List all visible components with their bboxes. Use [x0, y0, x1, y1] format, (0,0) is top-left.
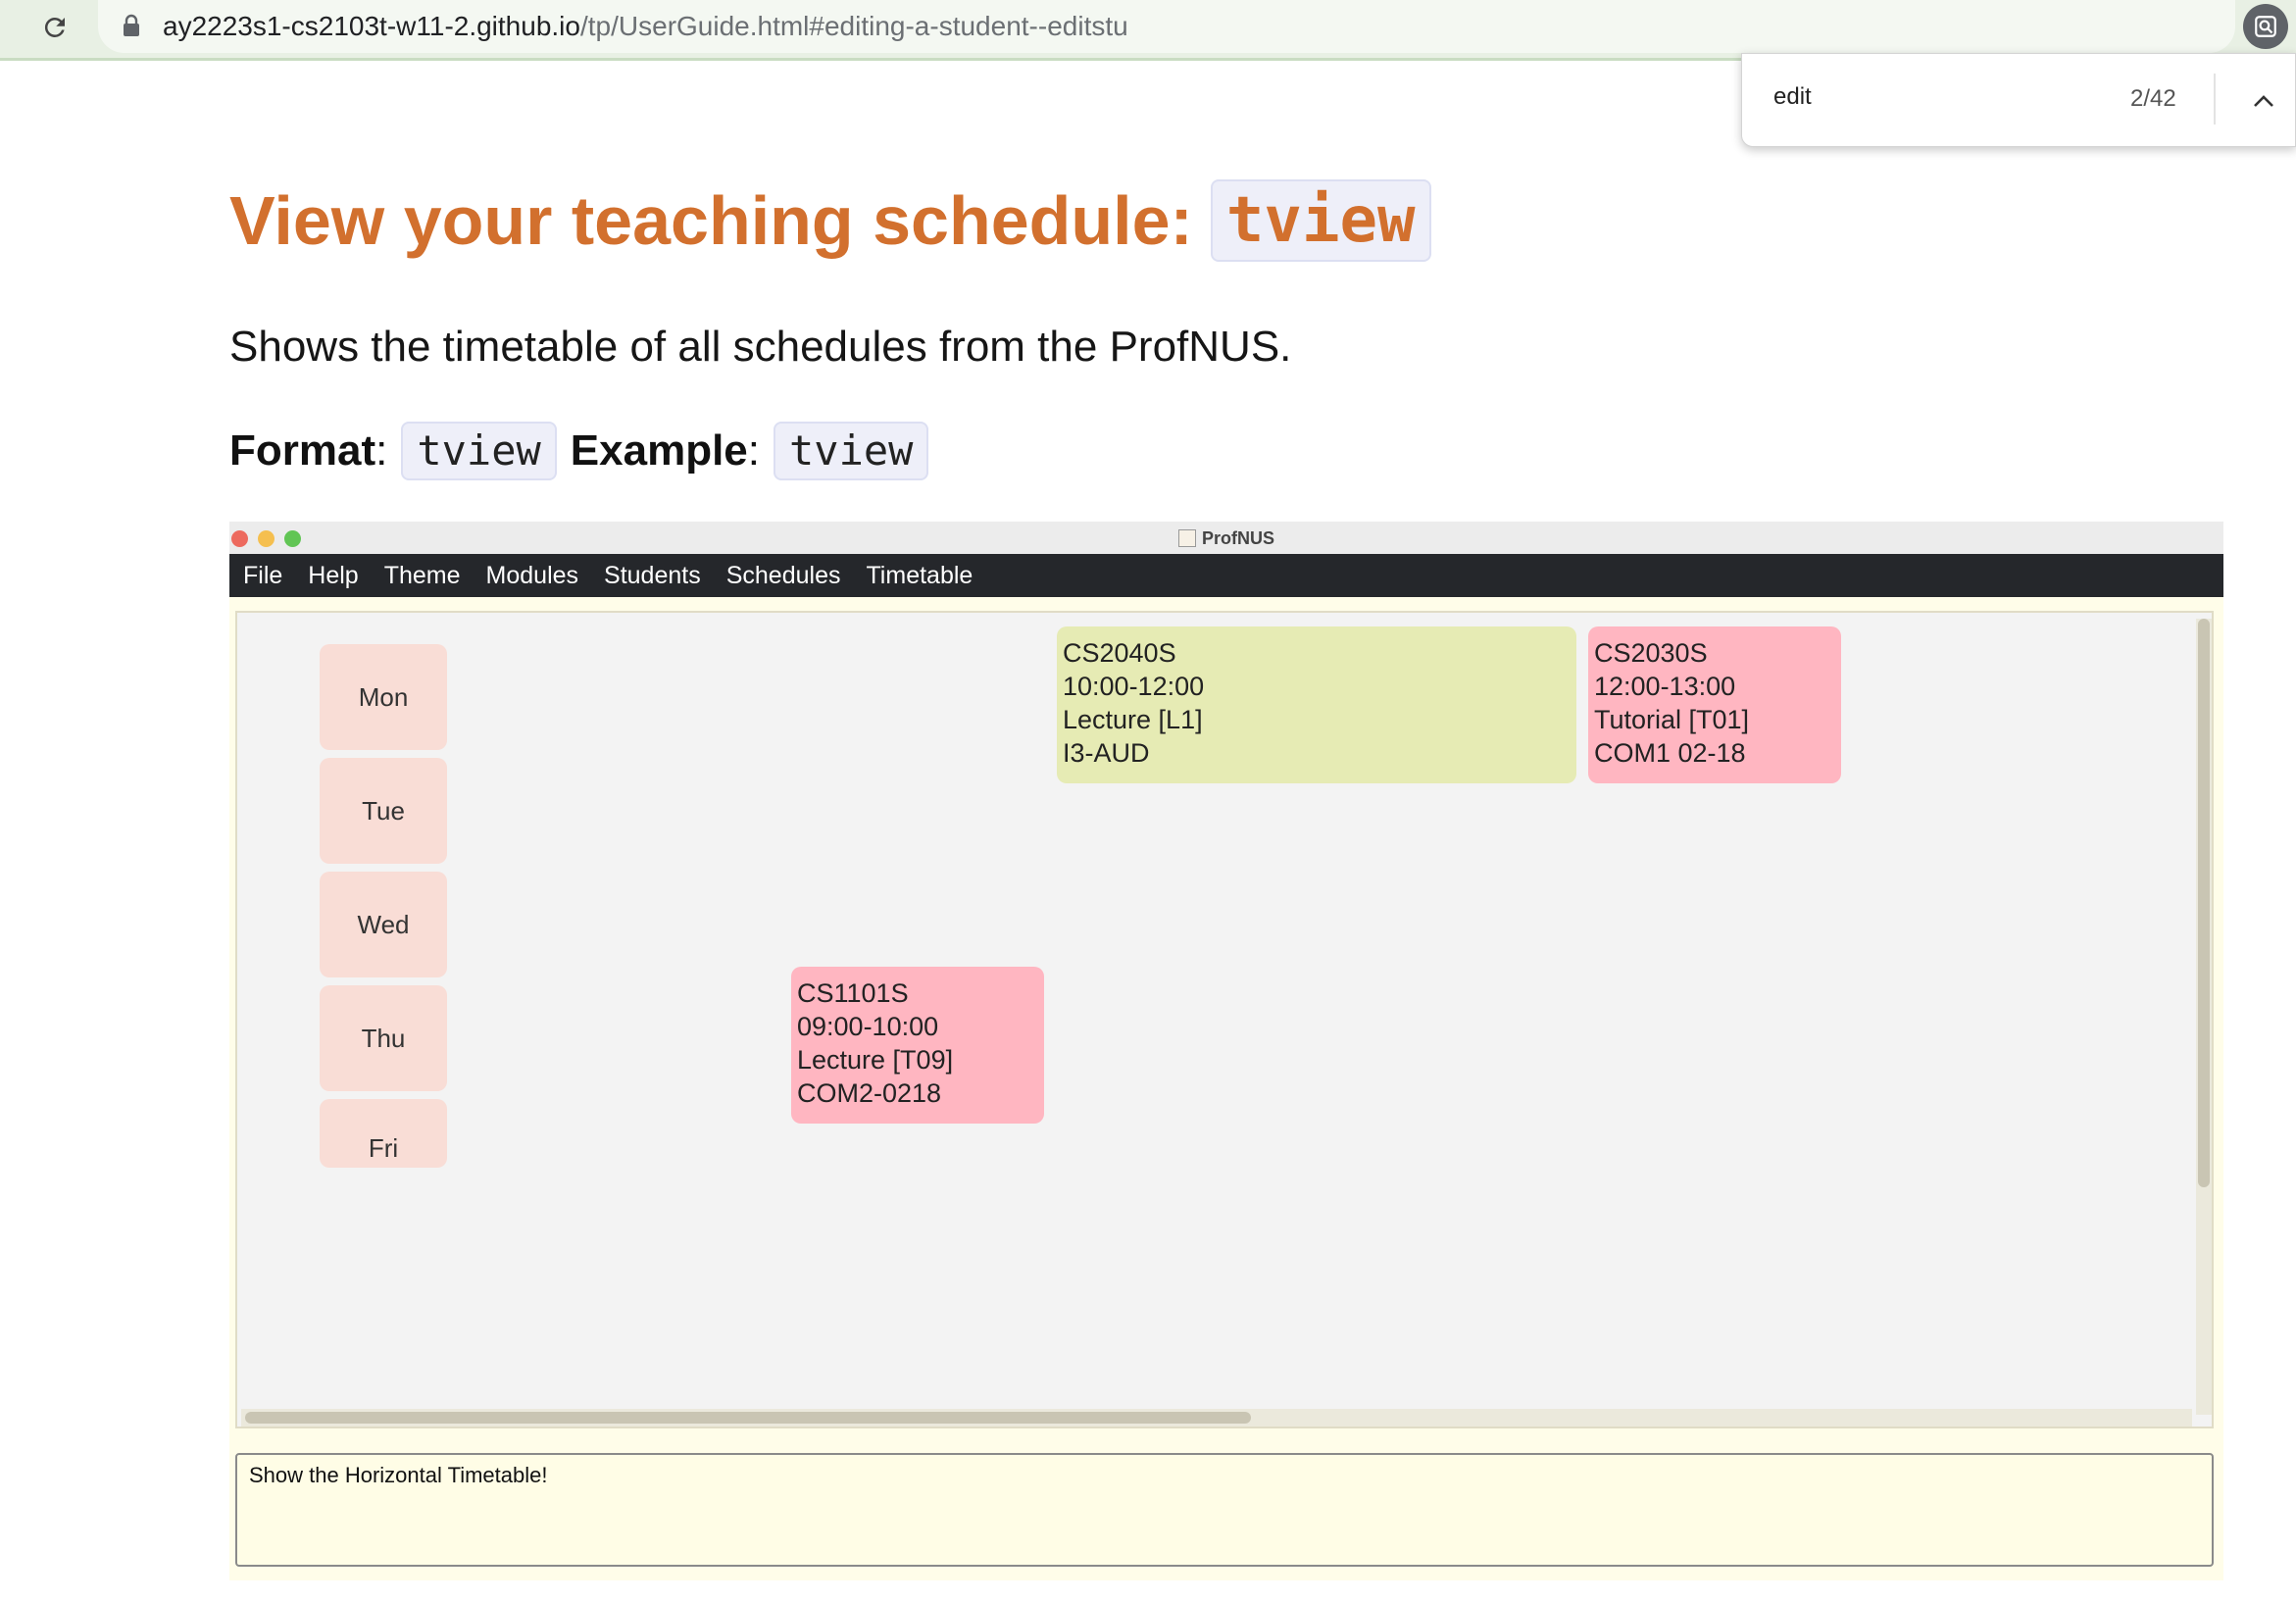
slot-class-type: Tutorial [T01] — [1594, 705, 1750, 734]
menu-file[interactable]: File — [243, 562, 282, 590]
vertical-scrollbar[interactable] — [2196, 619, 2212, 1415]
schedule-slot[interactable]: CS2040S 10:00-12:00 Lecture [L1] I3-AUD — [1057, 626, 1576, 783]
result-display[interactable]: Show the Horizontal Timetable! — [235, 1453, 2214, 1567]
find-bar: edit 2/42 — [1741, 53, 2296, 147]
app-document-icon — [1177, 529, 1196, 547]
format-label: Format — [229, 426, 376, 475]
day-label-wed: Wed — [320, 872, 447, 977]
url-text[interactable]: ay2223s1-cs2103t-w11-2.github.io/tp/User… — [163, 10, 1128, 43]
heading-text: View your teaching schedule: — [229, 182, 1193, 259]
zoom-search-icon[interactable] — [2243, 4, 2288, 49]
find-input[interactable]: edit — [1773, 83, 1812, 111]
window-titlebar: ProfNUS — [229, 522, 2223, 554]
window-title: ProfNUS — [229, 528, 2223, 549]
chevron-up-icon[interactable] — [2244, 81, 2283, 121]
timetable-panel[interactable]: Mon Tue Wed Thu Fri CS2040S 10:00-12:00 … — [235, 611, 2214, 1428]
lock-icon[interactable] — [122, 14, 143, 39]
schedule-slot[interactable]: CS2030S 12:00-13:00 Tutorial [T01] COM1 … — [1588, 626, 1841, 783]
slot-time: 10:00-12:00 — [1063, 672, 1205, 701]
menu-bar: File Help Theme Modules Students Schedul… — [229, 554, 2223, 597]
section-description: Shows the timetable of all schedules fro… — [229, 323, 1292, 371]
schedule-slot[interactable]: CS1101S 09:00-10:00 Lecture [T09] COM2-0… — [791, 967, 1044, 1124]
slot-class-type: Lecture [T09] — [797, 1045, 954, 1075]
window-title-text: ProfNUS — [1201, 528, 1274, 548]
menu-help[interactable]: Help — [308, 562, 358, 590]
browser-address-bar: ay2223s1-cs2103t-w11-2.github.io/tp/User… — [0, 0, 2296, 61]
slot-module-code: CS2030S — [1594, 638, 1708, 668]
vertical-scroll-thumb[interactable] — [2198, 619, 2210, 1187]
format-code: tview — [401, 422, 557, 480]
url-host: ay2223s1-cs2103t-w11-2.github.io — [163, 11, 580, 41]
slot-venue: COM1 02-18 — [1594, 738, 1746, 768]
day-label-mon: Mon — [320, 644, 447, 750]
menu-students[interactable]: Students — [604, 562, 701, 590]
find-divider — [2214, 74, 2216, 125]
day-label-tue: Tue — [320, 758, 447, 864]
menu-modules[interactable]: Modules — [486, 562, 579, 590]
app-window: ProfNUS File Help Theme Modules Students… — [229, 522, 2223, 1580]
heading-code: tview — [1210, 179, 1431, 262]
horizontal-scroll-thumb[interactable] — [245, 1412, 1251, 1424]
url-path: /tp/UserGuide.html#editing-a-student--ed… — [579, 11, 1128, 41]
slot-module-code: CS1101S — [797, 978, 909, 1008]
slot-venue: COM2-0218 — [797, 1078, 942, 1108]
slot-time: 12:00-13:00 — [1594, 672, 1736, 701]
reload-icon[interactable] — [33, 6, 76, 49]
day-label-fri: Fri — [320, 1099, 447, 1168]
slot-module-code: CS2040S — [1063, 638, 1176, 668]
slot-venue: I3-AUD — [1063, 738, 1150, 768]
section-heading: View your teaching schedule: tview — [229, 176, 1431, 265]
example-colon: : — [747, 426, 761, 475]
menu-schedules[interactable]: Schedules — [726, 562, 841, 590]
menu-timetable[interactable]: Timetable — [866, 562, 973, 590]
example-code: tview — [774, 422, 929, 480]
slot-time: 09:00-10:00 — [797, 1012, 939, 1041]
format-line: Format: tview Example: tview — [229, 422, 942, 480]
slot-class-type: Lecture [L1] — [1063, 705, 1203, 734]
day-label-thu: Thu — [320, 985, 447, 1091]
menu-theme[interactable]: Theme — [384, 562, 461, 590]
format-colon: : — [375, 426, 388, 475]
find-match-count: 2/42 — [2130, 85, 2176, 112]
horizontal-scrollbar[interactable] — [241, 1409, 2192, 1427]
example-label: Example — [570, 426, 748, 475]
